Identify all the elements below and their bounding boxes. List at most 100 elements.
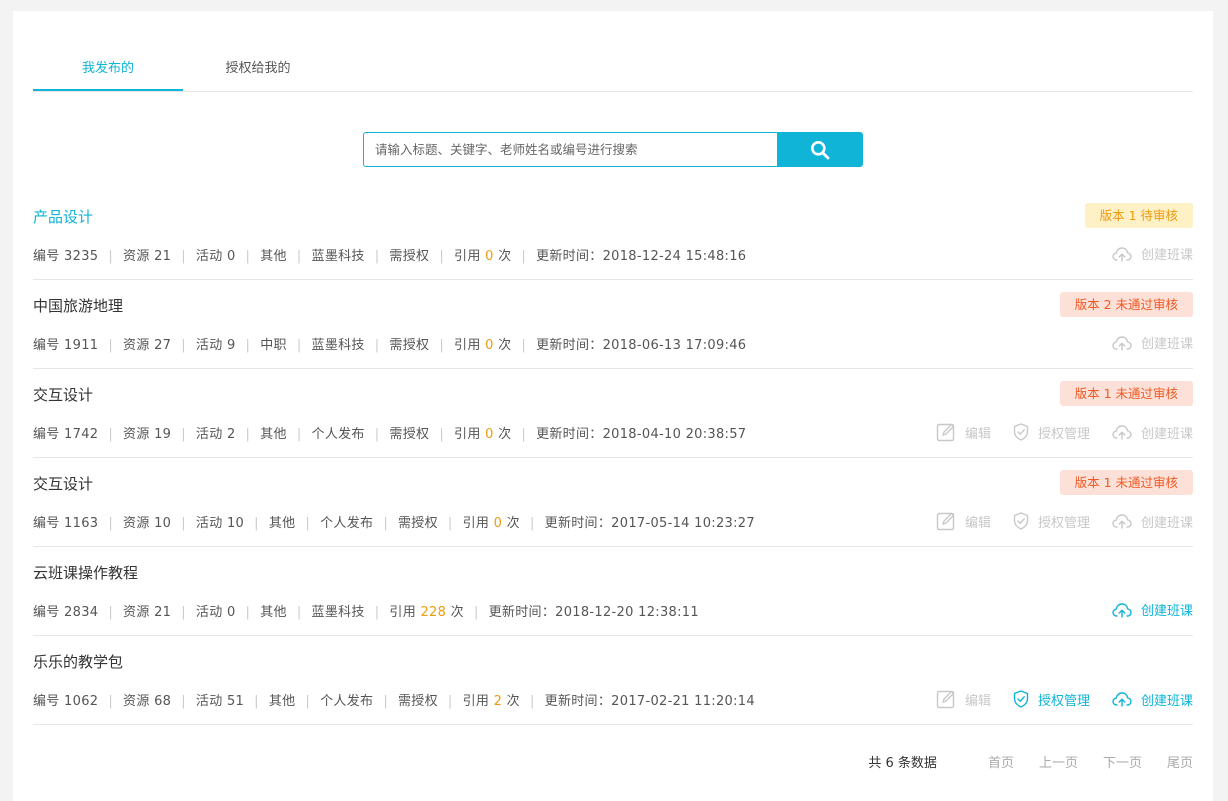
item-actions: 创建班课 [1090,333,1193,352]
item-actions: 编辑 授权管理 创建班课 [914,689,1193,709]
meta-category: 中职 [260,338,287,353]
create-class-button[interactable]: 创建班课 [1112,690,1193,709]
item-title[interactable]: 交互设计 [33,473,93,494]
separator: | [181,338,186,353]
prev-page-button[interactable]: 上一页 [1039,752,1078,771]
separator: | [529,516,535,531]
cloud-upload-icon [1112,602,1132,618]
auth-manage-button[interactable]: 授权管理 [1013,512,1090,531]
pagination-total: 共 6 条数据 [868,756,937,771]
auth-manage-button[interactable]: 授权管理 [1013,423,1090,442]
separator: | [245,427,251,442]
separator: | [245,249,251,264]
item-title[interactable]: 交互设计 [33,384,93,405]
shield-check-icon [1013,690,1029,708]
item-title[interactable]: 云班课操作教程 [33,562,138,583]
meta-activities: 活动 0 [195,249,236,264]
separator: | [108,516,114,531]
separator: | [108,249,114,264]
course-list: 产品设计 版本 1 待审核 编号 3235 | 资源 21 | 活动 0 | 其他 | 蓝墨科技 | 需… [33,191,1193,725]
separator: | [296,605,302,620]
edit-icon [936,512,955,531]
separator: | [108,605,114,620]
pagination: 共 6 条数据 首页 上一页 下一页 尾页 [868,752,1193,771]
separator: | [305,694,311,709]
item-actions: 创建班课 [1090,244,1193,263]
auth-manage-button[interactable]: 授权管理 [1013,690,1090,709]
meta-publisher: 个人发布 [311,427,365,442]
meta-updated: 更新时间：2017-05-14 10:23:27 [544,516,755,531]
separator: | [181,427,186,442]
meta-cites: 引用 0 次 [454,249,512,264]
meta-updated: 更新时间：2018-06-13 17:09:46 [536,338,747,353]
meta-updated: 更新时间：2018-12-24 15:48:16 [536,249,747,264]
separator: | [473,605,479,620]
meta-id: 编号 3235 [33,249,99,264]
meta-activities: 活动 51 [195,694,245,709]
item-title[interactable]: 乐乐的教学包 [33,651,123,672]
search-button[interactable] [777,132,863,167]
meta-resources: 资源 21 [123,605,172,620]
meta-category: 其他 [260,427,287,442]
active-tab-indicator [33,89,183,91]
item-title[interactable]: 中国旅游地理 [33,295,123,316]
cloud-upload-icon [1112,692,1132,707]
separator: | [181,516,186,531]
separator: | [181,694,186,709]
meta-resources: 资源 21 [123,249,172,264]
edit-button[interactable]: 编辑 [936,511,991,531]
search-input[interactable] [363,132,779,167]
edit-button[interactable]: 编辑 [936,689,991,709]
tab-bar: 我发布的 授权给我的 [33,11,1193,92]
separator: | [374,605,380,620]
tab-my-published[interactable]: 我发布的 [33,57,183,76]
create-class-button[interactable]: 创建班课 [1112,423,1193,442]
edit-icon [936,690,955,709]
meta-cites: 引用 2 次 [462,694,520,709]
search-bar [363,132,863,167]
meta-category: 其他 [260,605,287,620]
last-page-button[interactable]: 尾页 [1167,752,1193,771]
create-class-button[interactable]: 创建班课 [1112,512,1193,531]
meta-id: 编号 1163 [33,516,99,531]
meta-publisher: 蓝墨科技 [311,249,365,264]
separator: | [305,516,311,531]
separator: | [296,427,302,442]
cloud-upload-icon [1112,425,1132,440]
create-class-button[interactable]: 创建班课 [1112,244,1193,263]
separator: | [245,338,251,353]
list-item: 产品设计 版本 1 待审核 编号 3235 | 资源 21 | 活动 0 | 其他 | 蓝墨科技 | 需… [33,191,1193,280]
separator: | [383,516,388,531]
meta-category: 其他 [268,694,296,709]
meta-cites: 引用 228 次 [389,605,464,620]
edit-button[interactable]: 编辑 [936,422,991,442]
create-class-button[interactable]: 创建班课 [1112,600,1193,619]
separator: | [108,338,114,353]
meta-id: 编号 1062 [33,694,99,709]
create-class-button[interactable]: 创建班课 [1112,333,1193,352]
meta-activities: 活动 10 [195,516,245,531]
meta-publisher: 个人发布 [320,694,374,709]
meta-category: 其他 [260,249,287,264]
next-page-button[interactable]: 下一页 [1103,752,1142,771]
meta-publisher: 蓝墨科技 [311,338,365,353]
first-page-button[interactable]: 首页 [988,752,1014,771]
tab-authorized-to-me[interactable]: 授权给我的 [183,57,333,76]
separator: | [447,516,453,531]
separator: | [181,249,186,264]
separator: | [521,338,527,353]
shield-check-icon [1013,423,1029,441]
separator: | [529,694,535,709]
separator: | [383,694,388,709]
item-meta: 编号 1911 | 资源 27 | 活动 9 | 中职 | 蓝墨科技 | 需授权 | 引用 0 次 | 更新… [33,334,746,353]
separator: | [374,249,380,264]
separator: | [374,338,380,353]
separator: | [108,427,114,442]
shield-check-icon [1013,512,1029,530]
meta-resources: 资源 27 [123,338,172,353]
separator: | [521,427,527,442]
item-meta: 编号 1062 | 资源 68 | 活动 51 | 其他 | 个人发布 | 需授权 | 引用 2 次 | 更… [33,690,755,709]
separator: | [254,694,259,709]
item-title[interactable]: 产品设计 [33,206,93,227]
meta-id: 编号 2834 [33,605,99,620]
